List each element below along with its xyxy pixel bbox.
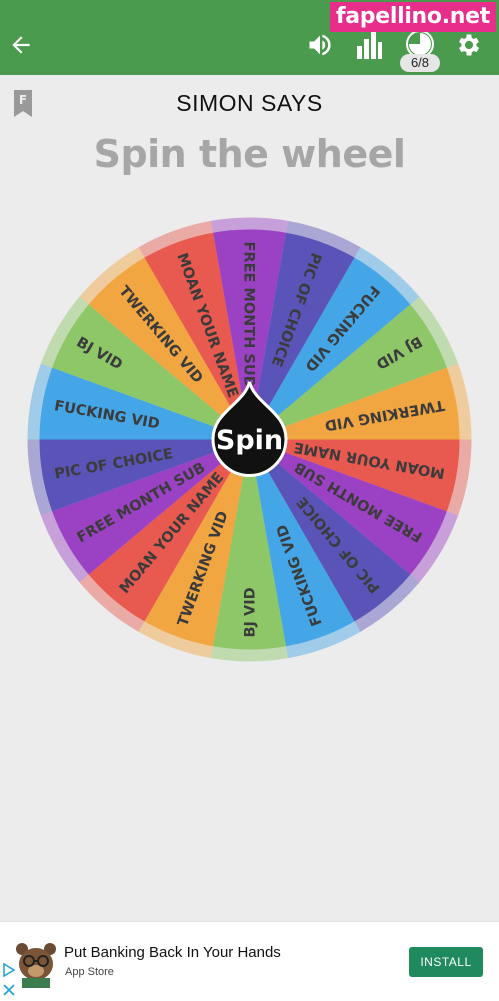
- install-button[interactable]: INSTALL: [409, 947, 483, 977]
- bar-chart-icon[interactable]: [356, 30, 382, 60]
- ad-banner[interactable]: Put Banking Back In Your Hands App Store…: [0, 921, 499, 1001]
- page-title: SIMON SAYS: [176, 90, 323, 116]
- volume-icon[interactable]: [305, 31, 335, 59]
- wheel-heading: Spin the wheel: [93, 132, 406, 176]
- gear-icon[interactable]: [455, 31, 483, 59]
- ad-title[interactable]: Put Banking Back In Your Hands: [64, 944, 281, 961]
- progress-count: 6/8: [400, 54, 440, 72]
- close-icon[interactable]: [2, 983, 16, 997]
- progress-indicator[interactable]: 6/8: [400, 26, 440, 74]
- bear-with-glasses-icon: [16, 943, 56, 988]
- ad-source: App Store: [65, 966, 114, 978]
- arrow-left-icon[interactable]: [8, 32, 34, 58]
- adchoices-triangle-icon[interactable]: [2, 963, 16, 977]
- wheel-segment-label: FREE MONTH SUB: [241, 242, 257, 387]
- prize-wheel[interactable]: BJ VIDTWERKING VIDMOAN YOUR NAMEFREE MON…: [24, 214, 475, 665]
- spin-label: Spin: [216, 425, 283, 456]
- wheel-segment-label: BJ VID: [243, 587, 259, 637]
- watermark: fapellino.net: [329, 2, 496, 32]
